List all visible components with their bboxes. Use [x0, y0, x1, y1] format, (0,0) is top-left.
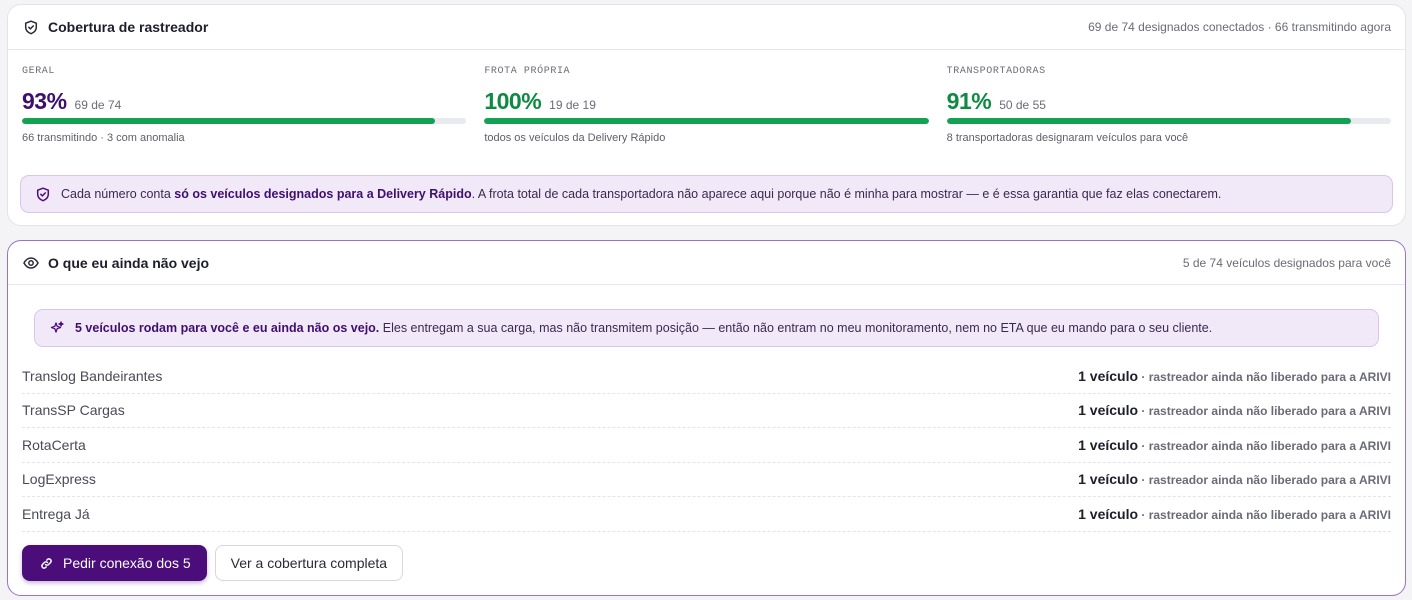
unseen-summary: 5 de 74 veículos designados para você	[1182, 255, 1391, 270]
coverage-metrics: GERAL 93% 69 de 74 66 transmitindo · 3 c…	[22, 66, 1391, 144]
coverage-summary: 69 de 74 designados conectados · 66 tran…	[1088, 20, 1391, 34]
progress-fill	[484, 118, 929, 124]
metric-overall: GERAL 93% 69 de 74 66 transmitindo · 3 c…	[22, 66, 467, 144]
metric-value: 93%	[22, 88, 67, 114]
metric-value: 91%	[946, 88, 992, 114]
tracker-status: · rastreador ainda não liberado para a A…	[1138, 404, 1391, 419]
view-full-coverage-button[interactable]: Ver a cobertura completa	[214, 545, 404, 581]
metric-count: 50 de 55	[999, 98, 1046, 112]
metric-footnote: 8 transportadoras designaram veículos pa…	[946, 132, 1189, 144]
metric-footnote: todos os veículos da Delivery Rápido	[484, 132, 666, 144]
vehicle-count: 1 veículo	[1078, 436, 1139, 453]
carrier-row: TransSP Cargas 1 veículo · rastreador ai…	[22, 394, 1391, 428]
carrier-row: RotaCerta 1 veículo · rastreador ainda n…	[22, 428, 1391, 463]
unseen-banner: 5 veículos rodam para você e eu ainda nã…	[34, 309, 1379, 347]
eye-icon	[23, 255, 39, 271]
coverage-title: Cobertura de rastreador	[48, 19, 209, 35]
request-connection-label: Pedir conexão dos 5	[63, 555, 191, 571]
metric-carriers: TRANSPORTADORAS 91% 50 de 55 8 transport…	[946, 66, 1391, 144]
unseen-vehicles-card: O que eu ainda não vejo 5 de 74 veículos…	[7, 240, 1406, 596]
vehicle-count: 1 veículo	[1078, 505, 1139, 522]
progress-fill	[946, 118, 1351, 124]
unseen-title: O que eu ainda não vejo	[48, 254, 210, 271]
coverage-note: Cada número conta só os veículos designa…	[20, 175, 1393, 213]
metric-label: FROTA PRÓPRIA	[484, 66, 571, 77]
metric-count: 69 de 74	[74, 98, 122, 112]
tracker-status: · rastreador ainda não liberado para a A…	[1138, 507, 1391, 522]
shield-check-icon	[23, 19, 39, 35]
carrier-name: Entrega Já	[22, 505, 90, 522]
progress-fill	[22, 118, 436, 124]
vehicle-count: 1 veículo	[1078, 367, 1139, 384]
sparkle-icon	[49, 320, 65, 336]
carrier-name: TransSP Cargas	[22, 402, 125, 419]
progress-bar	[22, 118, 467, 124]
metric-label: TRANSPORTADORAS	[946, 66, 1046, 77]
tracker-status: · rastreador ainda não liberado para a A…	[1138, 473, 1391, 488]
unseen-header: O que eu ainda não vejo 5 de 74 veículos…	[8, 241, 1405, 285]
shield-check-icon	[35, 186, 51, 202]
coverage-header: Cobertura de rastreador 69 de 74 designa…	[8, 5, 1405, 50]
tracker-status: · rastreador ainda não liberado para a A…	[1138, 369, 1391, 384]
carrier-name: Translog Bandeirantes	[22, 367, 163, 384]
carrier-row: Entrega Já 1 veículo · rastreador ainda …	[22, 497, 1391, 532]
unseen-actions: Pedir conexão dos 5 Ver a cobertura comp…	[22, 545, 404, 581]
carrier-row: Translog Bandeirantes 1 veículo · rastre…	[22, 359, 1391, 394]
vehicle-count: 1 veículo	[1078, 402, 1139, 419]
metric-footnote: 66 transmitindo · 3 com anomalia	[22, 132, 185, 144]
metric-value: 100%	[484, 88, 542, 114]
note-text: Cada número conta só os veículos designa…	[61, 187, 1222, 201]
vehicle-count: 1 veículo	[1078, 471, 1139, 488]
carrier-name: LogExpress	[22, 471, 96, 488]
request-connection-button[interactable]: Pedir conexão dos 5	[22, 545, 207, 581]
unseen-carrier-list: Translog Bandeirantes 1 veículo · rastre…	[22, 359, 1391, 532]
metric-own-fleet: FROTA PRÓPRIA 100% 19 de 19 todos os veí…	[484, 66, 929, 144]
progress-bar	[946, 118, 1391, 124]
banner-text: 5 veículos rodam para você e eu ainda nã…	[75, 321, 1213, 335]
tracker-status: · rastreador ainda não liberado para a A…	[1138, 438, 1391, 453]
progress-bar	[484, 118, 929, 124]
tracker-coverage-card: Cobertura de rastreador 69 de 74 designa…	[7, 4, 1406, 226]
metric-count: 19 de 19	[549, 98, 596, 112]
carrier-name: RotaCerta	[22, 436, 86, 453]
carrier-row: LogExpress 1 veículo · rastreador ainda …	[22, 463, 1391, 497]
metric-label: GERAL	[22, 66, 56, 77]
link-icon	[38, 555, 54, 571]
